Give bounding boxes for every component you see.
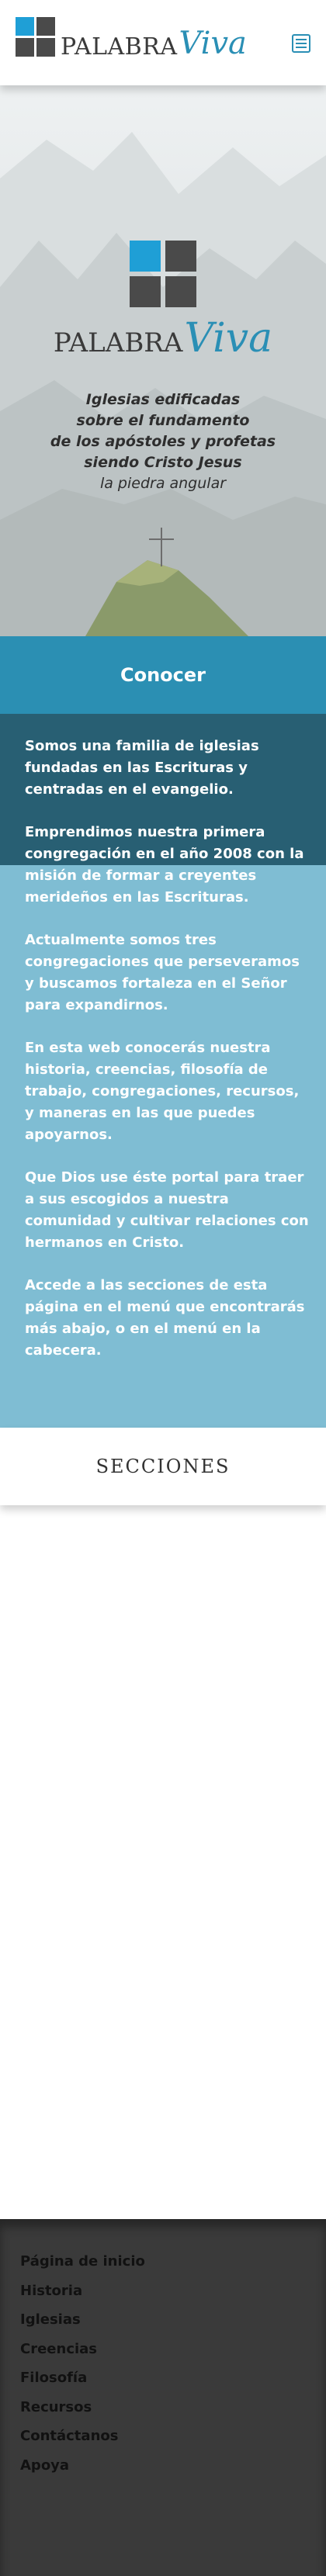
hero-wordmark: PALABRA Viva	[54, 318, 272, 358]
about-paragraph: Accede a las secciones de esta página en…	[25, 1277, 305, 1359]
sections-content-area	[0, 1505, 326, 2219]
hero-banner: PALABRA Viva Iglesias edificadas sobre e…	[0, 85, 326, 636]
footer-link-recursos[interactable]: Recursos	[20, 2393, 326, 2422]
secciones-title: SECCIONES	[95, 1456, 231, 1477]
site-header: PALABRA Viva	[0, 0, 326, 85]
footer-nav: Página de inicio Historia Iglesias Creen…	[0, 2219, 326, 2480]
footer-link-historia[interactable]: Historia	[20, 2277, 326, 2306]
footer-link-apoya[interactable]: Apoya	[20, 2451, 326, 2481]
logo-word-viva: Viva	[179, 26, 247, 61]
about-section: Somos una familia de iglesias fundadas e…	[0, 714, 326, 1428]
conocer-label: Conocer	[120, 664, 206, 686]
footer-link-creencias[interactable]: Creencias	[20, 2335, 326, 2364]
tagline-line: siendo Cristo Jesus	[84, 454, 242, 471]
tagline-line: Iglesias edificadas	[85, 391, 241, 408]
hamburger-icon[interactable]	[292, 34, 310, 53]
about-paragraph: Actualmente somos tres congregaciones qu…	[25, 932, 300, 1013]
header-logo[interactable]: PALABRA Viva	[16, 17, 247, 59]
footer-link-contactanos[interactable]: Contáctanos	[20, 2422, 326, 2451]
about-paragraph: En esta web conocerás nuestra historia, …	[25, 1040, 300, 1143]
hero-logo-squares-icon	[130, 241, 196, 307]
page: PALABRA Viva PALABRA Viva Iglesias edifi…	[0, 0, 326, 2576]
site-footer: Página de inicio Historia Iglesias Creen…	[0, 2219, 326, 2576]
hero-word-palabra: PALABRA	[53, 327, 183, 358]
hero-word-viva: Viva	[184, 315, 273, 362]
conocer-button[interactable]: Conocer	[0, 636, 326, 714]
footer-link-iglesias[interactable]: Iglesias	[20, 2305, 326, 2335]
footer-link-filosofia[interactable]: Filosofía	[20, 2363, 326, 2393]
about-paragraph: Que Dios use éste portal para traer a su…	[25, 1169, 309, 1251]
tagline-line: sobre el fundamento	[76, 412, 250, 429]
about-paragraph: Somos una familia de iglesias fundadas e…	[25, 738, 259, 798]
logo-squares-icon	[16, 17, 57, 59]
tagline-line: de los apóstoles y profetas	[50, 433, 276, 450]
about-text: Somos una familia de iglesias fundadas e…	[25, 736, 312, 1383]
mountain-background-image	[0, 132, 326, 636]
hero-tagline: Iglesias edificadas sobre el fundamento …	[0, 390, 326, 494]
about-paragraph: Emprendimos nuestra primera congregación…	[25, 824, 304, 905]
hero-logo: PALABRA Viva	[0, 241, 326, 358]
secciones-heading-bar: SECCIONES	[0, 1428, 326, 1505]
logo-word-palabra: PALABRA	[61, 33, 178, 61]
tagline-line: la piedra angular	[99, 475, 227, 492]
logo-wordmark: PALABRA Viva	[61, 28, 247, 59]
footer-link-inicio[interactable]: Página de inicio	[20, 2247, 326, 2277]
